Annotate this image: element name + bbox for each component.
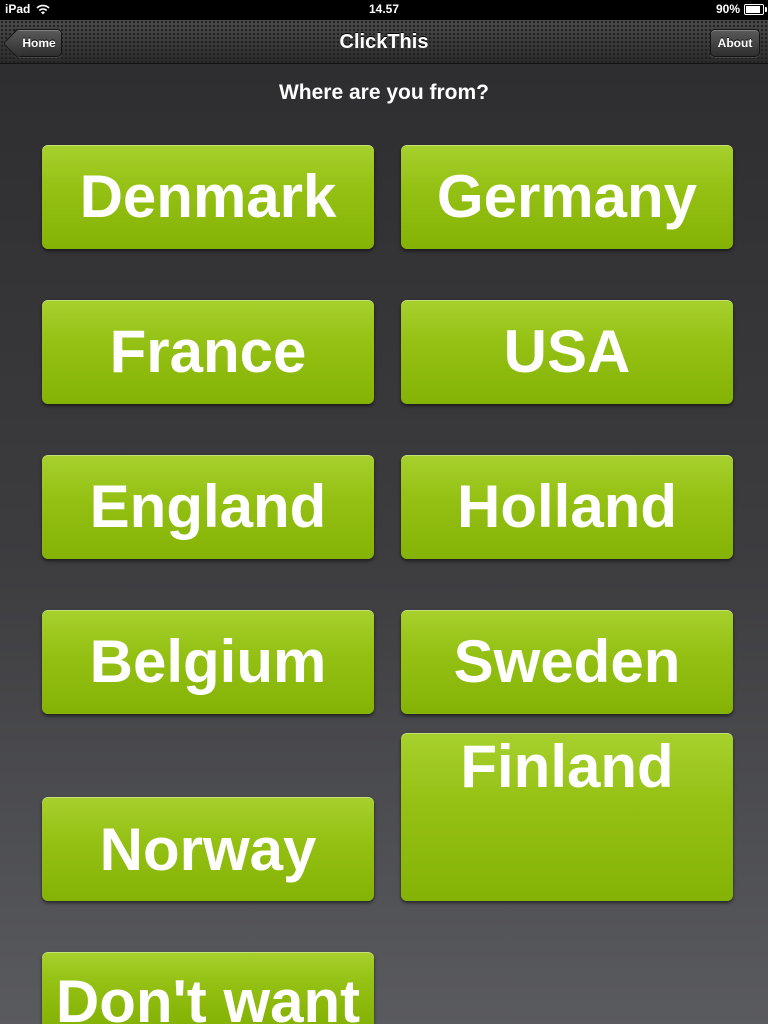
choice-label: USA (503, 318, 631, 385)
choice-button-holland[interactable]: Holland (401, 455, 733, 559)
choice-label: Sweden (453, 628, 681, 695)
choice-button-denmark[interactable]: Denmark (42, 145, 374, 249)
choice-button-germany[interactable]: Germany (401, 145, 733, 249)
choice-button-finland[interactable]: Finland (401, 733, 733, 901)
choice-label: Don't want (55, 968, 361, 1024)
choice-button-dont-want[interactable]: Don't want (42, 952, 374, 1024)
status-right: 90% (715, 2, 767, 16)
choice-label: Denmark (79, 163, 337, 230)
choice-button-france[interactable]: France (42, 300, 374, 404)
home-button-label: Home (22, 36, 56, 50)
choice-label: England (89, 473, 327, 540)
nav-title: ClickThis (339, 31, 429, 53)
battery-icon (744, 3, 767, 15)
battery-fill (746, 5, 761, 13)
choice-label: Holland (457, 473, 677, 540)
choice-label: France (109, 318, 307, 385)
choice-button-usa[interactable]: USA (401, 300, 733, 404)
status-time: 14.57 (368, 2, 400, 16)
choice-label: Belgium (89, 628, 327, 695)
status-bar: iPad 14.57 90% (0, 0, 768, 20)
navigation-bar: Home ClickThis About (0, 20, 768, 64)
choice-button-england[interactable]: England (42, 455, 374, 559)
choice-label: Finland (460, 733, 674, 800)
about-button[interactable]: About (710, 29, 760, 57)
question-title: Where are you from? (278, 81, 490, 104)
choice-label: Germany (436, 163, 698, 230)
choice-label: Norway (99, 816, 317, 883)
choice-button-belgium[interactable]: Belgium (42, 610, 374, 714)
battery-percent: 90% (715, 2, 740, 16)
choice-button-sweden[interactable]: Sweden (401, 610, 733, 714)
choice-button-norway[interactable]: Norway (42, 797, 374, 901)
